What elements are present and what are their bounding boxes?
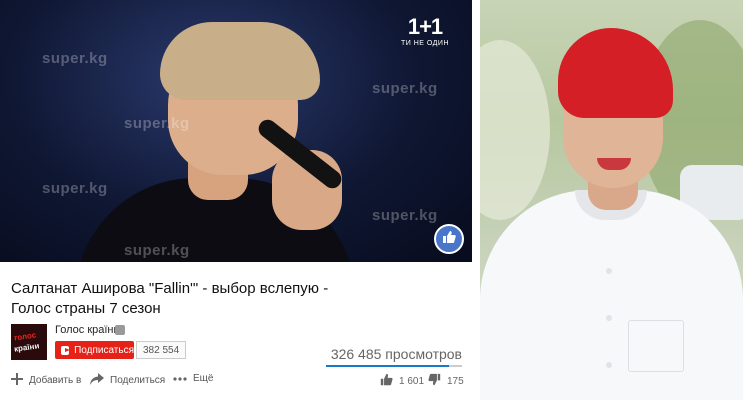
shirt-pocket: [628, 320, 684, 372]
tv-logo-tagline: ТИ НЕ ОДИН: [400, 40, 450, 47]
like-overlay-button[interactable]: [434, 224, 464, 254]
more-label: Ещё: [193, 373, 214, 384]
video-title: Салтанат Аширова "Fallin'" - выбор вслеп…: [11, 279, 461, 319]
sentiment-bar-fill: [326, 365, 449, 367]
like-count: 1 601: [399, 375, 425, 387]
dislike-button[interactable]: 175: [428, 373, 464, 389]
avatar-text-1: голос: [13, 330, 37, 343]
channel-avatar[interactable]: голос країни: [11, 324, 47, 360]
red-hair: [558, 28, 673, 118]
subscribe-button[interactable]: Подписаться: [55, 341, 134, 359]
thumbs-up-icon: [380, 373, 399, 389]
video-info-panel: Салтанат Аширова "Fallin'" - выбор вслеп…: [0, 262, 472, 400]
channel-name[interactable]: Голос країни: [55, 324, 120, 336]
white-shirt: [480, 190, 743, 400]
share-arrow-icon: [90, 373, 110, 388]
youtube-play-icon: [61, 345, 71, 355]
add-to-label: Добавить в: [29, 375, 82, 386]
tv-logo-primary: 1+1: [407, 14, 443, 39]
add-to-button[interactable]: Добавить в: [11, 373, 81, 388]
video-title-line-2: Голос страны 7 сезон: [11, 300, 161, 317]
video-player[interactable]: super.kg super.kg super.kg super.kg supe…: [0, 0, 472, 262]
like-button[interactable]: 1 601: [380, 373, 424, 389]
portrait-photo: [480, 0, 743, 400]
verified-icon: [115, 325, 125, 335]
video-title-line-1: Салтанат Аширова "Fallin'" - выбор вслеп…: [11, 280, 329, 297]
watermark: super.kg: [42, 180, 108, 197]
avatar-text-2: країни: [13, 341, 40, 354]
shirt-button: [606, 362, 612, 368]
singer-hair: [160, 22, 320, 100]
sentiment-bar: [326, 365, 462, 367]
thumbs-down-icon: [428, 373, 447, 389]
watermark: super.kg: [124, 115, 190, 132]
share-label: Поделиться: [110, 375, 166, 386]
view-count: 326 485 просмотров: [330, 346, 462, 362]
subscriber-count: 382 554: [136, 341, 187, 359]
watermark: super.kg: [372, 207, 438, 224]
more-button[interactable]: Ещё: [173, 373, 213, 384]
shirt-button: [606, 315, 612, 321]
watermark: super.kg: [372, 80, 438, 97]
share-button[interactable]: Поделиться: [90, 373, 165, 388]
thumbs-up-icon: [441, 229, 457, 250]
watermark: super.kg: [42, 50, 108, 67]
subscribe-label: Подписаться: [74, 344, 134, 356]
tv-channel-logo: 1+1 ТИ НЕ ОДИН: [395, 14, 455, 48]
shirt-button: [606, 268, 612, 274]
plus-icon: [11, 373, 29, 388]
more-dots-icon: [173, 373, 193, 384]
dislike-count: 175: [447, 375, 464, 387]
watermark: super.kg: [124, 242, 190, 259]
background-light: [480, 40, 550, 220]
